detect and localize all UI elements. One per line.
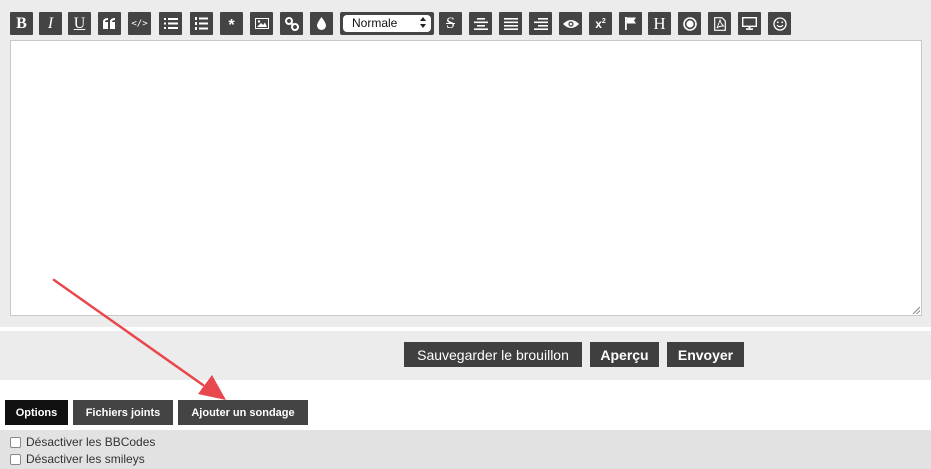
bold-icon: B xyxy=(16,14,27,32)
message-textarea[interactable] xyxy=(10,40,922,316)
font-size-value: Normale xyxy=(352,16,398,30)
option-row: Désactiver les smileys xyxy=(10,451,145,467)
flag-icon xyxy=(625,17,636,30)
quote-button[interactable] xyxy=(98,12,121,35)
spoiler-button[interactable] xyxy=(559,12,582,35)
numbered-list-button[interactable] xyxy=(190,12,213,35)
bullet-list-icon xyxy=(163,18,178,29)
editor-area: B I U </> * Normale S x2 H xyxy=(0,0,931,327)
pdf-button[interactable] xyxy=(708,12,731,35)
monitor-icon xyxy=(742,17,757,30)
tab-options[interactable]: Options xyxy=(5,400,68,425)
record-icon xyxy=(682,16,697,31)
underline-icon: U xyxy=(73,14,86,32)
resize-grip-icon[interactable] xyxy=(912,306,920,314)
heading-button[interactable]: H xyxy=(648,12,671,35)
italic-icon: I xyxy=(47,14,54,32)
save-draft-button[interactable]: Sauvegarder le brouillon xyxy=(404,342,582,367)
droplet-icon xyxy=(317,17,326,30)
link-icon xyxy=(284,16,299,31)
strikethrough-button[interactable]: S xyxy=(439,12,462,35)
submit-button[interactable]: Envoyer xyxy=(667,342,744,367)
numbered-list-icon xyxy=(195,17,208,30)
disable-smileys-checkbox[interactable] xyxy=(10,453,21,465)
bold-button[interactable]: B xyxy=(10,12,33,35)
bullet-list-button[interactable] xyxy=(159,12,182,35)
image-button[interactable] xyxy=(250,12,273,35)
align-justify-icon xyxy=(503,17,518,30)
pdf-icon xyxy=(713,16,726,31)
quote-icon xyxy=(103,18,115,29)
image-icon xyxy=(254,18,269,29)
align-center-button[interactable] xyxy=(469,12,492,35)
strikethrough-icon: S xyxy=(446,14,455,32)
code-icon: </> xyxy=(131,18,148,29)
flag-button[interactable] xyxy=(619,12,642,35)
action-bar: Sauvegarder le brouillon Aperçu Envoyer xyxy=(0,331,931,380)
option-label: Désactiver les BBCodes xyxy=(26,435,156,449)
record-button[interactable] xyxy=(678,12,701,35)
screen-button[interactable] xyxy=(738,12,761,35)
heading-icon: H xyxy=(653,14,666,33)
eye-icon xyxy=(562,19,579,28)
code-button[interactable]: </> xyxy=(128,12,151,35)
italic-button[interactable]: I xyxy=(39,12,62,35)
color-button[interactable] xyxy=(310,12,333,35)
select-arrows-icon xyxy=(420,17,426,28)
underline-button[interactable]: U xyxy=(68,12,91,35)
smiley-icon xyxy=(772,16,787,31)
asterisk-icon: * xyxy=(228,16,235,34)
align-right-icon xyxy=(533,17,548,30)
emoji-button[interactable] xyxy=(768,12,791,35)
list-item-button[interactable]: * xyxy=(220,12,243,35)
superscript-icon: x2 xyxy=(595,16,606,31)
preview-button[interactable]: Aperçu xyxy=(590,342,659,367)
options-panel: Désactiver les BBCodes Désactiver les sm… xyxy=(0,430,931,469)
align-right-button[interactable] xyxy=(529,12,552,35)
font-size-select[interactable]: Normale xyxy=(340,12,434,35)
option-label: Désactiver les smileys xyxy=(26,452,145,466)
tab-add-poll[interactable]: Ajouter un sondage xyxy=(178,400,308,425)
disable-bbcodes-checkbox[interactable] xyxy=(10,436,21,448)
options-tabs: Options Fichiers joints Ajouter un sonda… xyxy=(0,380,931,430)
link-button[interactable] xyxy=(280,12,303,35)
align-justify-button[interactable] xyxy=(499,12,522,35)
option-row: Désactiver les BBCodes xyxy=(10,434,155,450)
align-center-icon xyxy=(473,17,488,30)
tab-attachments[interactable]: Fichiers joints xyxy=(73,400,173,425)
superscript-button[interactable]: x2 xyxy=(589,12,612,35)
